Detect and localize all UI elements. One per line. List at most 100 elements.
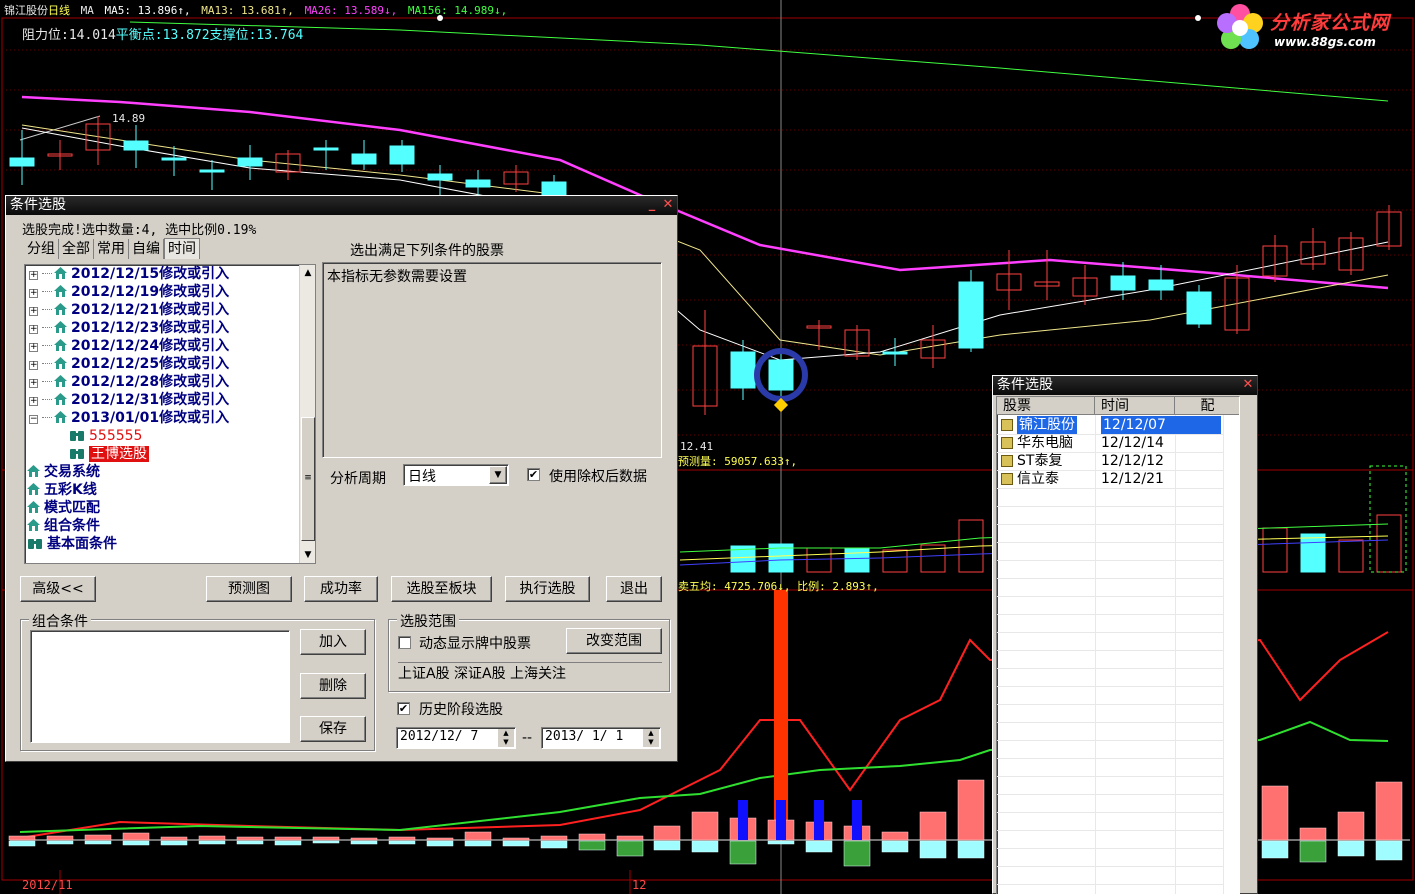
tree-item-label: 2012/12/31修改或引入 (71, 392, 230, 408)
tab-group[interactable]: 分组 (24, 239, 59, 259)
scroll-thumb[interactable]: ≡ (301, 417, 315, 541)
result-row[interactable]: 信立泰 12/12/21 (997, 470, 1223, 488)
date-to-input[interactable]: 2013/ 1/ 1 ▲ ▼ (541, 727, 661, 749)
results-close-icon[interactable]: ✕ (1241, 378, 1255, 392)
combo-condition-list[interactable] (30, 630, 290, 743)
exit-button[interactable]: 退出 (606, 576, 662, 602)
ma156-value: MA156: 14.989↓, (407, 4, 508, 17)
category-tabs: 分组 全部 常用 自编 时间 (24, 238, 200, 260)
indicator-down-bar (388, 840, 416, 845)
indicator-up-bar (578, 833, 606, 841)
date-from-input[interactable]: 2012/12/ 7 ▲ ▼ (396, 727, 516, 749)
tab-time[interactable]: 时间 (164, 238, 200, 259)
expand-icon[interactable]: + (29, 379, 38, 388)
tree-item[interactable]: +2012/12/25修改或引入 (29, 355, 229, 373)
add-button[interactable]: 加入 (300, 629, 366, 655)
indicator-up-bar (540, 835, 568, 841)
site-logo: 分析家公式网 www.88gs.com (1214, 2, 1412, 54)
collapse-icon[interactable]: − (29, 415, 38, 424)
indicator-down-bar (312, 840, 340, 844)
scroll-down-icon[interactable]: ▼ (300, 547, 315, 563)
result-row[interactable]: ST泰复 12/12/12 (997, 452, 1223, 470)
forecast-button[interactable]: 预测图 (206, 576, 292, 602)
result-row[interactable]: 锦江股份 12/12/07 (997, 416, 1223, 434)
col-stock[interactable]: 股票 (997, 397, 1095, 415)
history-label: 历史阶段选股 (419, 702, 503, 718)
range-text: 上证A股 深证A股 上海关注 (398, 662, 662, 683)
col-time[interactable]: 时间 (1095, 397, 1175, 415)
tree-item[interactable]: +2012/12/24修改或引入 (29, 337, 229, 355)
change-range-button[interactable]: 改变范围 (566, 628, 662, 654)
tree-scrollbar[interactable]: ▲ ≡ ▼ (299, 265, 315, 563)
candle-body (541, 181, 567, 197)
house-icon (54, 375, 67, 387)
tree-child-item[interactable]: 王博选股 (69, 445, 149, 463)
expand-icon[interactable]: + (29, 325, 38, 334)
date-separator: -- (522, 730, 533, 746)
indicator-down-bar (1375, 840, 1403, 861)
indicator-up-bar (84, 834, 112, 841)
expand-icon[interactable]: + (29, 271, 38, 280)
expand-icon[interactable]: + (29, 343, 38, 352)
chevron-down-icon[interactable]: ▼ (489, 466, 507, 484)
result-row[interactable]: 华东电脑 12/12/14 (997, 434, 1223, 452)
candle-body (1110, 275, 1136, 291)
success-rate-button[interactable]: 成功率 (304, 576, 378, 602)
minimize-icon[interactable]: _ (645, 198, 659, 212)
to-sector-button[interactable]: 选股至板块 (391, 576, 492, 602)
period-select[interactable]: 日线 ▼ (403, 464, 509, 486)
tree-root-item[interactable]: 组合条件 (27, 517, 100, 535)
delete-button[interactable]: 删除 (300, 673, 366, 699)
date-to-spinner-icon[interactable]: ▲ ▼ (643, 729, 659, 747)
tab-common[interactable]: 常用 (94, 239, 129, 259)
result-stock-name: 信立泰 (1017, 471, 1059, 487)
advanced-button[interactable]: 高级<< (20, 576, 96, 602)
candle-body (199, 169, 225, 173)
col-extra[interactable]: 配 (1175, 397, 1239, 415)
tree-root-item[interactable]: 交易系统 (27, 463, 100, 481)
tree-item[interactable]: +2012/12/31修改或引入 (29, 391, 229, 409)
use-adjusted-checkbox[interactable]: ✔ (527, 468, 540, 481)
date-from-spinner-icon[interactable]: ▲ ▼ (498, 729, 514, 747)
result-time: 12/12/14 (1101, 435, 1164, 451)
tree-item[interactable]: +2012/12/23修改或引入 (29, 319, 229, 337)
tree-root-item[interactable]: 模式匹配 (27, 499, 100, 517)
dialog-titlebar[interactable]: 条件选股 _ ✕ (6, 196, 677, 215)
expand-icon[interactable]: + (29, 289, 38, 298)
tab-all[interactable]: 全部 (59, 239, 94, 259)
tree-item[interactable]: +2012/12/15修改或引入 (29, 265, 229, 283)
dynamic-display-checkbox[interactable] (398, 636, 411, 649)
tree-root-label: 模式匹配 (44, 500, 100, 516)
expand-icon[interactable]: + (29, 307, 38, 316)
house-icon (54, 303, 67, 315)
tree-item[interactable]: +2012/12/28修改或引入 (29, 373, 229, 391)
close-icon[interactable]: ✕ (661, 198, 675, 212)
expand-icon[interactable]: + (29, 361, 38, 370)
indicator-down-bar (767, 840, 795, 845)
tree-root-label: 组合条件 (44, 518, 100, 534)
indicator-up-bar (691, 811, 719, 841)
expand-icon[interactable]: + (29, 397, 38, 406)
indicator-up-bar (957, 779, 985, 841)
results-titlebar[interactable]: 条件选股 ✕ (993, 376, 1257, 395)
forecast-volume: 预测量: 59057.633↑, (678, 455, 798, 468)
tree-root-item[interactable]: 基本面条件 (27, 535, 117, 553)
tree-root-item[interactable]: 五彩K线 (27, 481, 97, 499)
tab-custom[interactable]: 自编 (129, 239, 164, 259)
resistance-level: 阻力位:14.014 (22, 28, 116, 43)
tree-item[interactable]: − 2013/01/01修改或引入 (29, 409, 229, 427)
tree-item[interactable]: +2012/12/21修改或引入 (29, 301, 229, 319)
indicator-down-bar (274, 840, 302, 846)
tree-item[interactable]: +2012/12/19修改或引入 (29, 283, 229, 301)
condition-tree[interactable]: +2012/12/15修改或引入 +2012/12/19修改或引入 +2012/12… (24, 264, 316, 564)
save-button[interactable]: 保存 (300, 716, 366, 742)
execute-button[interactable]: 执行选股 (505, 576, 590, 602)
binoculars-icon (28, 539, 42, 549)
results-list[interactable]: 股票 时间 配 锦江股份 12/12/07 华东电脑 12/12/14 ST泰复 12/1… (996, 396, 1240, 894)
history-checkbox[interactable]: ✔ (397, 702, 410, 715)
grid-line (997, 524, 1223, 525)
tree-child-item[interactable]: 555555 (69, 427, 142, 445)
scroll-up-icon[interactable]: ▲ (300, 265, 315, 281)
grid-line (997, 542, 1223, 543)
indicator-up-bar (274, 836, 302, 841)
